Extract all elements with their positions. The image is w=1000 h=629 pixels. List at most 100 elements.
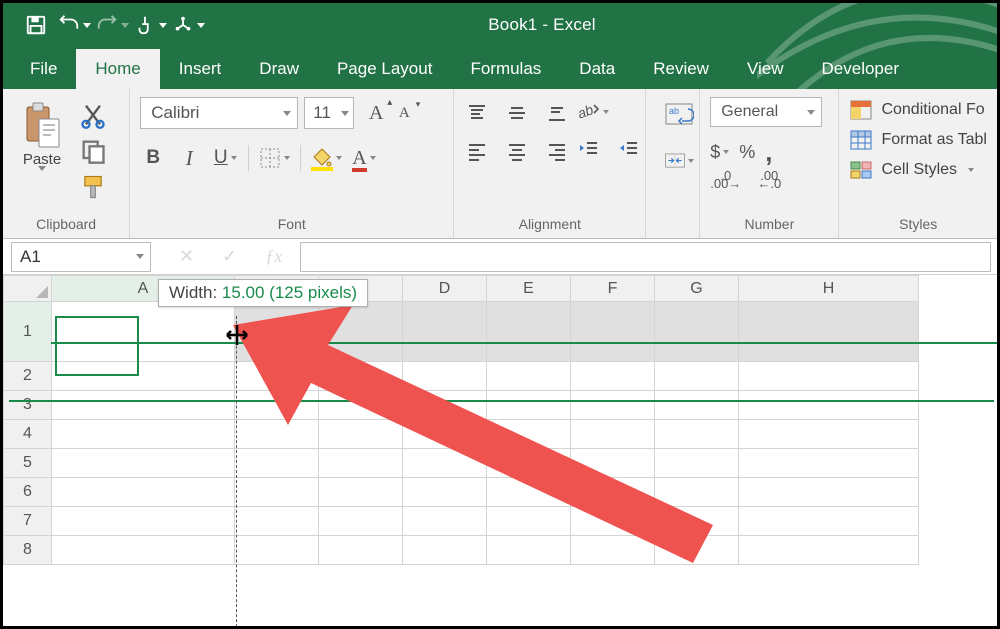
font-name-combo[interactable]: Calibri <box>140 97 298 129</box>
wrap-text-button[interactable]: ab <box>664 101 694 129</box>
cut-button[interactable] <box>79 101 107 129</box>
select-all-button[interactable] <box>4 276 52 302</box>
cell-a1[interactable] <box>52 302 235 362</box>
tab-formulas[interactable]: Formulas <box>451 49 560 89</box>
cell-g1[interactable] <box>655 302 739 362</box>
merge-center-button[interactable] <box>664 147 694 175</box>
decrease-indent-button[interactable] <box>576 137 602 161</box>
fill-color-dropdown-icon[interactable] <box>336 156 342 160</box>
touch-mode-button[interactable] <box>131 7 169 43</box>
align-left-button[interactable] <box>464 139 490 163</box>
font-size-dropdown-icon[interactable] <box>341 111 349 116</box>
font-size-combo[interactable]: 11 <box>304 97 354 129</box>
group-styles: Conditional Fo Format as Tabl Cell Style… <box>839 89 997 238</box>
italic-button[interactable]: I <box>176 143 202 173</box>
undo-dropdown-icon[interactable] <box>83 23 91 28</box>
insert-function-button[interactable]: ƒx <box>265 246 282 267</box>
fill-color-button[interactable] <box>311 147 342 169</box>
align-top-button[interactable] <box>464 101 490 125</box>
row-header-7[interactable]: 7 <box>4 507 52 536</box>
tab-page-layout[interactable]: Page Layout <box>318 49 451 89</box>
column-header-f[interactable]: F <box>571 276 655 302</box>
cell-b1[interactable] <box>235 302 319 362</box>
group-clipboard: Paste Clipboard <box>3 89 130 238</box>
format-as-table-button[interactable]: Format as Tabl <box>849 129 987 151</box>
group-label-styles: Styles <box>849 212 987 234</box>
cell-styles-button[interactable]: Cell Styles <box>849 159 987 181</box>
underline-dropdown-icon[interactable] <box>231 156 237 160</box>
enter-formula-button[interactable]: ✓ <box>222 246 237 267</box>
ribbon: Paste Clipboard Calibri 11 A▴ A▾ <box>3 89 997 239</box>
row-header-3[interactable]: 3 <box>4 391 52 420</box>
accounting-dropdown-icon[interactable] <box>723 150 729 154</box>
row-header-1[interactable]: 1 <box>4 302 52 362</box>
paste-dropdown-icon[interactable] <box>38 166 46 171</box>
cell-d1[interactable] <box>403 302 487 362</box>
decrease-decimal-button[interactable]: .00←.0 <box>757 171 781 189</box>
undo-button[interactable] <box>55 7 93 43</box>
touch-mode-dropdown-icon[interactable] <box>159 23 167 28</box>
name-box-dropdown-icon[interactable] <box>136 254 144 259</box>
merge-dropdown-icon[interactable] <box>688 159 694 163</box>
cell-f1[interactable] <box>571 302 655 362</box>
bold-button[interactable]: B <box>140 143 166 173</box>
tab-review[interactable]: Review <box>634 49 728 89</box>
increase-font-size-button[interactable]: A▴ <box>364 99 388 127</box>
percent-format-button[interactable]: % <box>739 139 755 165</box>
decrease-font-size-button[interactable]: A▾ <box>392 99 416 127</box>
comma-format-button[interactable]: , <box>765 139 772 165</box>
macros-button[interactable] <box>169 7 207 43</box>
row-header-4[interactable]: 4 <box>4 420 52 449</box>
row-header-5[interactable]: 5 <box>4 449 52 478</box>
align-right-button[interactable] <box>544 139 570 163</box>
tab-file[interactable]: File <box>11 49 76 89</box>
font-color-dropdown-icon[interactable] <box>370 156 376 160</box>
align-middle-button[interactable] <box>504 101 530 125</box>
accounting-format-button[interactable]: $ <box>710 139 729 165</box>
format-as-table-label: Format as Tabl <box>881 131 987 149</box>
tab-view[interactable]: View <box>728 49 803 89</box>
name-box[interactable]: A1 <box>11 242 151 272</box>
tab-developer[interactable]: Developer <box>803 49 919 89</box>
cell-styles-dropdown-icon[interactable] <box>968 168 974 172</box>
tab-data[interactable]: Data <box>560 49 634 89</box>
cancel-formula-button[interactable]: ✕ <box>179 246 194 267</box>
copy-button[interactable] <box>79 137 107 165</box>
macros-dropdown-icon[interactable] <box>197 23 205 28</box>
column-header-d[interactable]: D <box>403 276 487 302</box>
row-header-6[interactable]: 6 <box>4 478 52 507</box>
header-selection-line <box>51 342 997 344</box>
formula-input[interactable] <box>300 242 991 272</box>
cell-c1[interactable] <box>319 302 403 362</box>
tab-insert[interactable]: Insert <box>160 49 241 89</box>
number-format-dropdown-icon[interactable] <box>807 110 815 115</box>
conditional-formatting-button[interactable]: Conditional Fo <box>849 99 987 121</box>
redo-button[interactable] <box>93 7 131 43</box>
font-color-button[interactable]: A <box>352 147 375 170</box>
column-header-g[interactable]: G <box>655 276 739 302</box>
save-button[interactable] <box>17 7 55 43</box>
column-header-h[interactable]: H <box>739 276 919 302</box>
underline-button[interactable]: U <box>212 143 238 173</box>
cell-e1[interactable] <box>487 302 571 362</box>
paste-button[interactable]: Paste <box>13 97 71 201</box>
tab-home[interactable]: Home <box>76 49 159 89</box>
align-bottom-button[interactable] <box>544 101 570 125</box>
number-format-combo[interactable]: General <box>710 97 822 127</box>
redo-dropdown-icon[interactable] <box>121 23 129 28</box>
format-painter-button[interactable] <box>79 173 107 201</box>
tab-draw[interactable]: Draw <box>240 49 318 89</box>
align-center-button[interactable] <box>504 139 530 163</box>
increase-indent-button[interactable] <box>616 137 642 161</box>
font-name-dropdown-icon[interactable] <box>283 111 291 116</box>
increase-decimal-button[interactable]: .0.00→ <box>710 171 741 189</box>
orientation-button[interactable]: ab <box>576 101 609 123</box>
worksheet-grid[interactable]: A B C D E F G H 1 2 3 4 5 6 7 8 <box>3 275 997 626</box>
row-header-2[interactable]: 2 <box>4 362 52 391</box>
cell-h1[interactable] <box>739 302 919 362</box>
borders-dropdown-icon[interactable] <box>284 156 290 160</box>
borders-button[interactable] <box>259 147 290 169</box>
column-header-e[interactable]: E <box>487 276 571 302</box>
orientation-dropdown-icon[interactable] <box>603 110 609 114</box>
row-header-8[interactable]: 8 <box>4 536 52 565</box>
